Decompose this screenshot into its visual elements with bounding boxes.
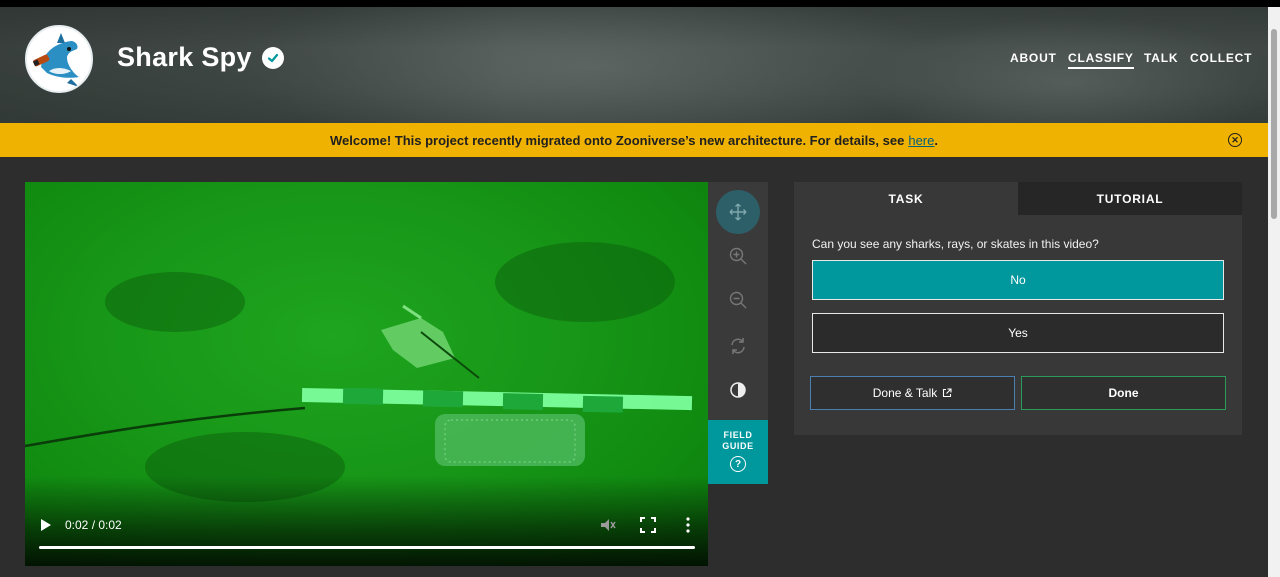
mute-icon[interactable] xyxy=(599,516,617,534)
banner-text: Welcome! This project recently migrated … xyxy=(330,132,905,148)
zoom-in-button[interactable] xyxy=(716,234,760,278)
invert-button[interactable] xyxy=(716,368,760,412)
done-button[interactable]: Done xyxy=(1021,376,1226,410)
help-icon: ? xyxy=(730,456,746,472)
rotate-icon xyxy=(731,338,745,354)
move-tool-button[interactable] xyxy=(716,190,760,234)
invert-icon xyxy=(730,382,746,398)
page-scrollbar[interactable] xyxy=(1268,7,1280,577)
banner-link[interactable]: here xyxy=(908,133,934,148)
more-options-icon[interactable] xyxy=(681,516,695,534)
rotate-button[interactable] xyxy=(716,324,760,368)
project-title[interactable]: Shark Spy xyxy=(117,42,252,73)
field-guide-label-2: GUIDE xyxy=(722,441,754,451)
nav-collect[interactable]: COLLECT xyxy=(1190,51,1252,65)
check-icon xyxy=(267,53,279,63)
video-time: 0:02 / 0:02 xyxy=(65,518,122,532)
nav-talk[interactable]: TALK xyxy=(1144,51,1178,65)
nav-about[interactable]: ABOUT xyxy=(1010,51,1057,65)
nav-classify[interactable]: CLASSIFY xyxy=(1068,51,1134,69)
task-question: Can you see any sharks, rays, or skates … xyxy=(812,237,1099,251)
banner-suffix: . xyxy=(934,132,938,148)
scrollbar-thumb[interactable] xyxy=(1271,29,1277,219)
answer-yes[interactable]: Yes xyxy=(812,313,1224,353)
window-top-edge xyxy=(0,0,1280,7)
video-progress-bar[interactable] xyxy=(39,546,695,549)
tab-tutorial[interactable]: TUTORIAL xyxy=(1018,182,1242,215)
move-icon xyxy=(729,203,747,221)
migration-banner: Welcome! This project recently migrated … xyxy=(0,123,1268,157)
zoom-out-button[interactable] xyxy=(716,278,760,322)
answer-no[interactable]: No xyxy=(812,260,1224,300)
video-controls: 0:02 / 0:02 xyxy=(25,505,708,566)
zoom-in-icon xyxy=(729,247,747,265)
field-guide-label-1: FIELD xyxy=(723,430,753,440)
done-and-talk-button[interactable]: Done & Talk xyxy=(810,376,1015,410)
play-icon[interactable] xyxy=(39,517,53,533)
project-avatar[interactable] xyxy=(25,25,93,93)
zoom-out-icon xyxy=(729,291,747,309)
tab-task[interactable]: TASK xyxy=(794,182,1018,215)
external-link-icon xyxy=(943,388,952,398)
shark-logo-icon xyxy=(32,33,79,87)
done-and-talk-label: Done & Talk xyxy=(872,386,938,400)
task-panel: TASK TUTORIAL Can you see any sharks, ra… xyxy=(794,182,1242,435)
verified-badge-icon xyxy=(262,47,284,69)
fullscreen-icon[interactable] xyxy=(639,516,657,534)
field-guide-button[interactable]: FIELD GUIDE ? xyxy=(708,420,768,484)
close-icon[interactable]: ✕ xyxy=(1228,133,1242,147)
